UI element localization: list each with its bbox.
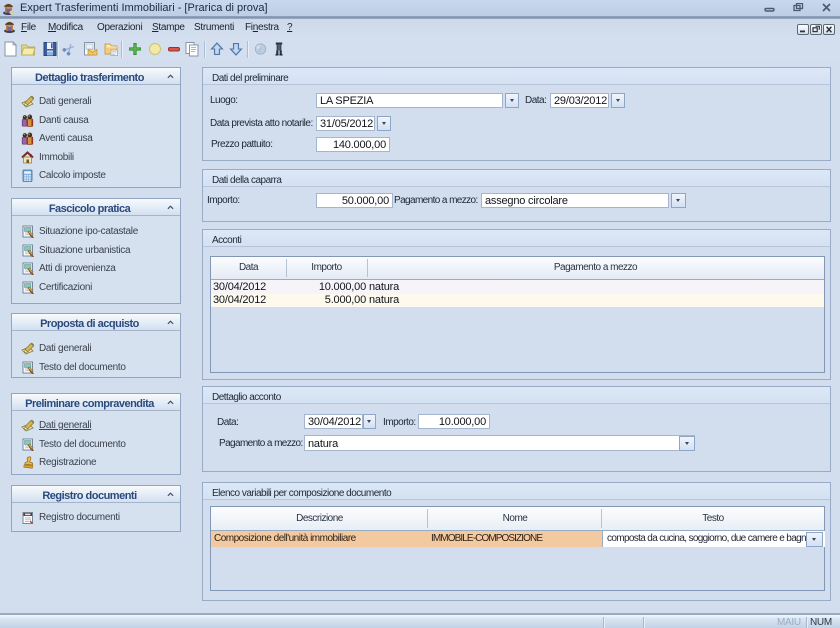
svg-text:?: ? <box>258 45 262 54</box>
